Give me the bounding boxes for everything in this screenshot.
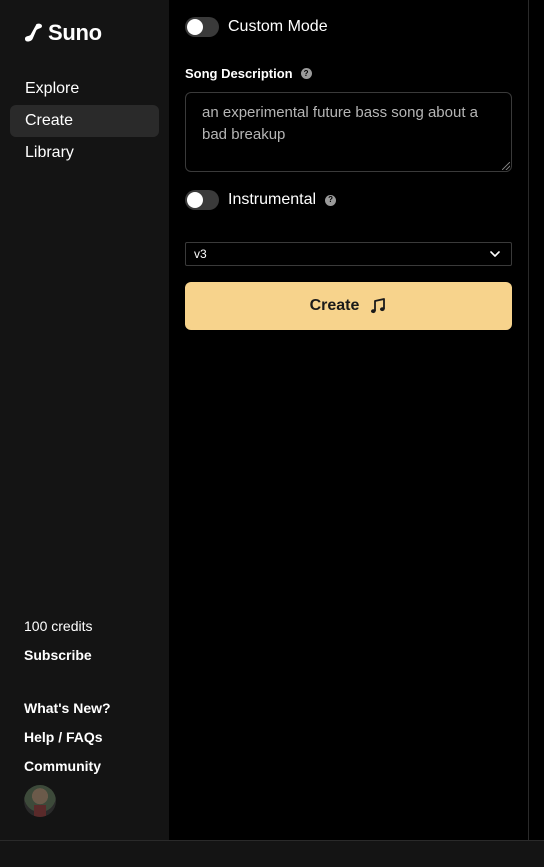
sidebar: Suno Explore Create Library 100 credits … [0,0,169,840]
instrumental-label: Instrumental [228,191,317,208]
bottom-bar [0,840,544,867]
nav-item-create[interactable]: Create [10,105,159,137]
create-button-label: Create [309,297,360,314]
nav-item-library[interactable]: Library [10,137,159,169]
toggle-knob [187,19,203,35]
community-link[interactable]: Community [24,758,101,774]
music-note-icon [371,298,386,314]
subscribe-link[interactable]: Subscribe [24,647,92,663]
main-nav: Explore Create Library [10,73,159,169]
credits-count: 100 credits [24,618,93,634]
chevron-down-icon [490,251,500,257]
help-icon[interactable]: ? [325,194,337,206]
custom-mode-row: Custom Mode [185,17,328,37]
song-description-label-text: Song Description [185,66,293,81]
whats-new-link[interactable]: What's New? [24,700,111,716]
create-button[interactable]: Create [185,282,512,330]
model-version-value: v3 [194,247,207,261]
song-description-label: Song Description ? [185,66,312,81]
help-faqs-link[interactable]: Help / FAQs [24,729,103,745]
toggle-knob [187,192,203,208]
brand-name: Suno [48,20,102,45]
nav-item-explore[interactable]: Explore [10,73,159,105]
help-icon[interactable]: ? [300,68,312,79]
resize-handle-icon[interactable] [502,162,510,170]
model-version-select[interactable]: v3 [185,242,512,266]
instrumental-row: Instrumental ? [185,190,337,210]
suno-logo-icon [25,23,42,42]
custom-mode-toggle[interactable] [185,17,219,37]
instrumental-toggle[interactable] [185,190,219,210]
song-description-input[interactable]: an experimental future bass song about a… [185,92,512,172]
suno-logo[interactable]: Suno [24,20,102,46]
panel-divider [528,0,529,840]
custom-mode-label: Custom Mode [228,18,328,35]
avatar[interactable] [24,785,56,817]
